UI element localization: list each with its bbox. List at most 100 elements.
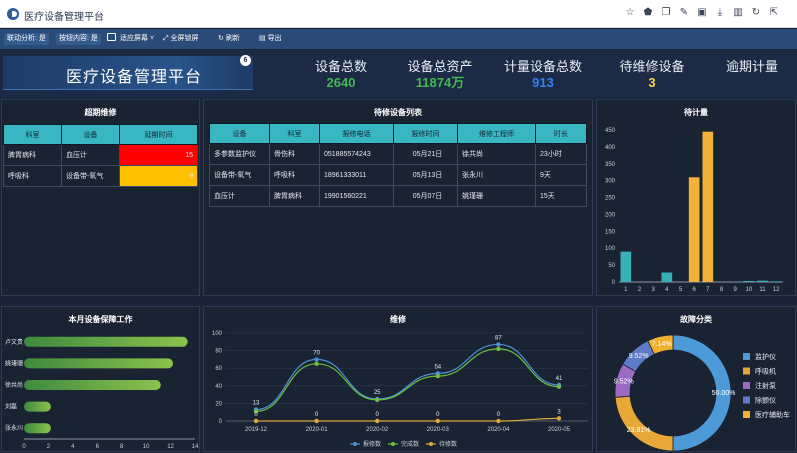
bar	[743, 280, 755, 282]
x-tick-label: 10	[143, 444, 150, 450]
fit-screen-dropdown[interactable]: 适应屏幕 ˅	[107, 33, 154, 45]
data-point	[435, 373, 440, 379]
x-tick-label: 11	[759, 287, 766, 293]
panel-title: 待修设备列表	[374, 108, 422, 117]
legend-swatch	[743, 367, 750, 375]
image-icon[interactable]: ▣	[697, 7, 707, 19]
export-button[interactable]: ▤ 导出	[259, 33, 282, 45]
chevron-down-icon: ˅	[148, 35, 155, 42]
x-tick-label: 12	[773, 287, 780, 293]
stat-pending-repair: 待维修设备 3	[607, 59, 697, 91]
data-point	[314, 418, 319, 424]
table-row[interactable]: 多参数监护仪 骨伤科 051885574243 05月21日 徐共尚 23小时	[209, 143, 587, 165]
y-tick-label: 40	[215, 384, 222, 390]
stat-label: 设备总数	[314, 59, 367, 74]
maintenance-panel: 维修 0 20 40 60 80 100 2019-12 2020-01 2020-02 2020…	[203, 306, 593, 452]
refresh-button[interactable]: ↻ 刷新	[218, 33, 240, 45]
table-cell: 血压计	[209, 185, 270, 207]
legend-marker	[391, 442, 395, 446]
legend-label: 报修数	[363, 440, 381, 448]
x-tick-label: 4	[665, 287, 669, 293]
x-tick-label: 2020-01	[306, 427, 329, 433]
series-line	[256, 417, 560, 422]
app-logo-icon	[7, 8, 19, 20]
data-point	[375, 397, 380, 403]
delay-cell-red: 15	[119, 144, 198, 166]
table-header: 设备 科室 报修电话 报修时间 维修工程师 时长	[209, 123, 587, 144]
data-point	[556, 416, 562, 421]
bar	[24, 336, 188, 347]
pending-bar-chart: 0501001502002503003504004501 2 3 4 5 6 7 8 9 10 11…	[605, 128, 783, 293]
column-header[interactable]: 设备	[209, 123, 270, 144]
table-row[interactable]: 血压计 脾胃病科 19901560221 05月07日 姚瑾珊 15天	[209, 185, 587, 207]
fullscreen-icon: ⤢	[163, 35, 171, 42]
stat-value: 913	[532, 75, 554, 90]
table-cell: 徐共尚	[457, 143, 536, 165]
x-tick-label: 3	[651, 287, 655, 293]
copy-icon[interactable]: ❐	[661, 7, 671, 19]
column-header[interactable]: 科室	[269, 123, 320, 144]
data-label: 0	[497, 412, 501, 418]
bar	[770, 281, 782, 282]
table-cell: 15天	[535, 185, 587, 207]
linkage-analysis-toggle[interactable]: 联动分析: 是	[4, 33, 49, 45]
delay-cell-yellow: 9	[119, 165, 198, 187]
fault-category-panel: 故障分类 50.00% 23.81% 9.52% 9.52% 7.14% 监护仪 呼吸机 注射…	[596, 306, 796, 452]
download-icon[interactable]: ⤓	[715, 7, 725, 19]
fault-donut-chart: 50.00%23.81%9.52%9.52%7.14%监护仪呼吸机注射泵除颤仪医…	[614, 334, 790, 452]
data-point	[375, 418, 380, 424]
y-tick-label: 100	[212, 331, 223, 337]
y-tick-label: 徐共尚	[5, 381, 23, 389]
edit-icon[interactable]: ✎	[679, 7, 689, 19]
tag-icon[interactable]: ⬟	[643, 7, 653, 19]
overdue-repair-panel: 超期维修 科室 设备 延期时间 脾胃病科 血压计 15 呼吸科 设备带-氧气 9	[1, 99, 200, 296]
trash-icon[interactable]: ▥	[733, 7, 743, 19]
column-header[interactable]: 延期时间	[119, 124, 198, 145]
data-label: 54	[434, 364, 441, 370]
legend-label: 医疗辅助车	[755, 410, 790, 419]
x-tick-label: 2019-12	[245, 427, 268, 433]
external-link-icon[interactable]: ⇱	[769, 7, 779, 19]
y-tick-label: 400	[605, 145, 616, 151]
stat-label: 设备总资产	[407, 59, 473, 74]
y-tick-label: 200	[605, 212, 616, 218]
table-cell: 23小时	[535, 143, 587, 165]
series-line	[255, 348, 560, 412]
table-cell: 呼吸科	[269, 164, 320, 186]
table-cell: 9天	[535, 164, 587, 186]
data-label: 0	[254, 412, 258, 418]
stat-label: 计量设备总数	[503, 59, 582, 74]
column-header[interactable]: 时长	[535, 123, 587, 144]
y-tick-label: 300	[605, 179, 616, 185]
legend-marker	[429, 442, 433, 446]
x-tick-label: 2020-02	[366, 427, 389, 433]
panel-title: 超期维修	[84, 108, 117, 117]
table-row[interactable]: 呼吸科 设备带-氧气 9	[3, 165, 198, 187]
table-cell: 设备带-氧气	[209, 164, 270, 186]
column-header[interactable]: 报修电话	[319, 123, 394, 144]
y-tick-label: 0	[219, 419, 223, 425]
data-label: 70	[313, 350, 320, 356]
legend-label: 呼吸机	[755, 367, 776, 376]
table-row[interactable]: 脾胃病科 血压计 15	[3, 144, 198, 166]
x-tick-label: 2020-04	[487, 427, 510, 433]
pending-metering-panel: 待计量 0 50 100 150 200 250 300 350 400 450 1 2 3 4 5 6 7 8 9…	[596, 99, 796, 296]
star-icon[interactable]: ☆	[625, 7, 635, 19]
bar	[24, 401, 51, 412]
data-label: 0	[376, 412, 380, 418]
export-icon: ▤	[259, 35, 268, 42]
slice-label: 50.00%	[712, 390, 736, 397]
button-content-toggle[interactable]: 按钮内容: 是	[56, 33, 101, 45]
column-header[interactable]: 维修工程师	[457, 123, 536, 144]
refresh-icon[interactable]: ↻	[751, 7, 761, 19]
data-label: 0	[315, 412, 319, 418]
column-header[interactable]: 设备	[61, 124, 120, 145]
column-header[interactable]: 报修时间	[393, 123, 458, 144]
fullscreen-button[interactable]: ⤢ 全屏锁屏	[163, 33, 199, 45]
y-tick-label: 卢文贵	[5, 338, 23, 346]
table-row[interactable]: 设备带-氧气 呼吸科 18961333011 05月13日 张永川 9天	[209, 164, 587, 186]
app-topbar: 医疗设备管理平台 ☆ ⬟ ❐ ✎ ▣ ⤓ ▥ ↻ ⇱	[0, 0, 797, 28]
stat-label: 逾期计量	[725, 59, 778, 74]
column-header[interactable]: 科室	[3, 124, 62, 145]
notification-badge[interactable]: 6	[240, 55, 251, 66]
